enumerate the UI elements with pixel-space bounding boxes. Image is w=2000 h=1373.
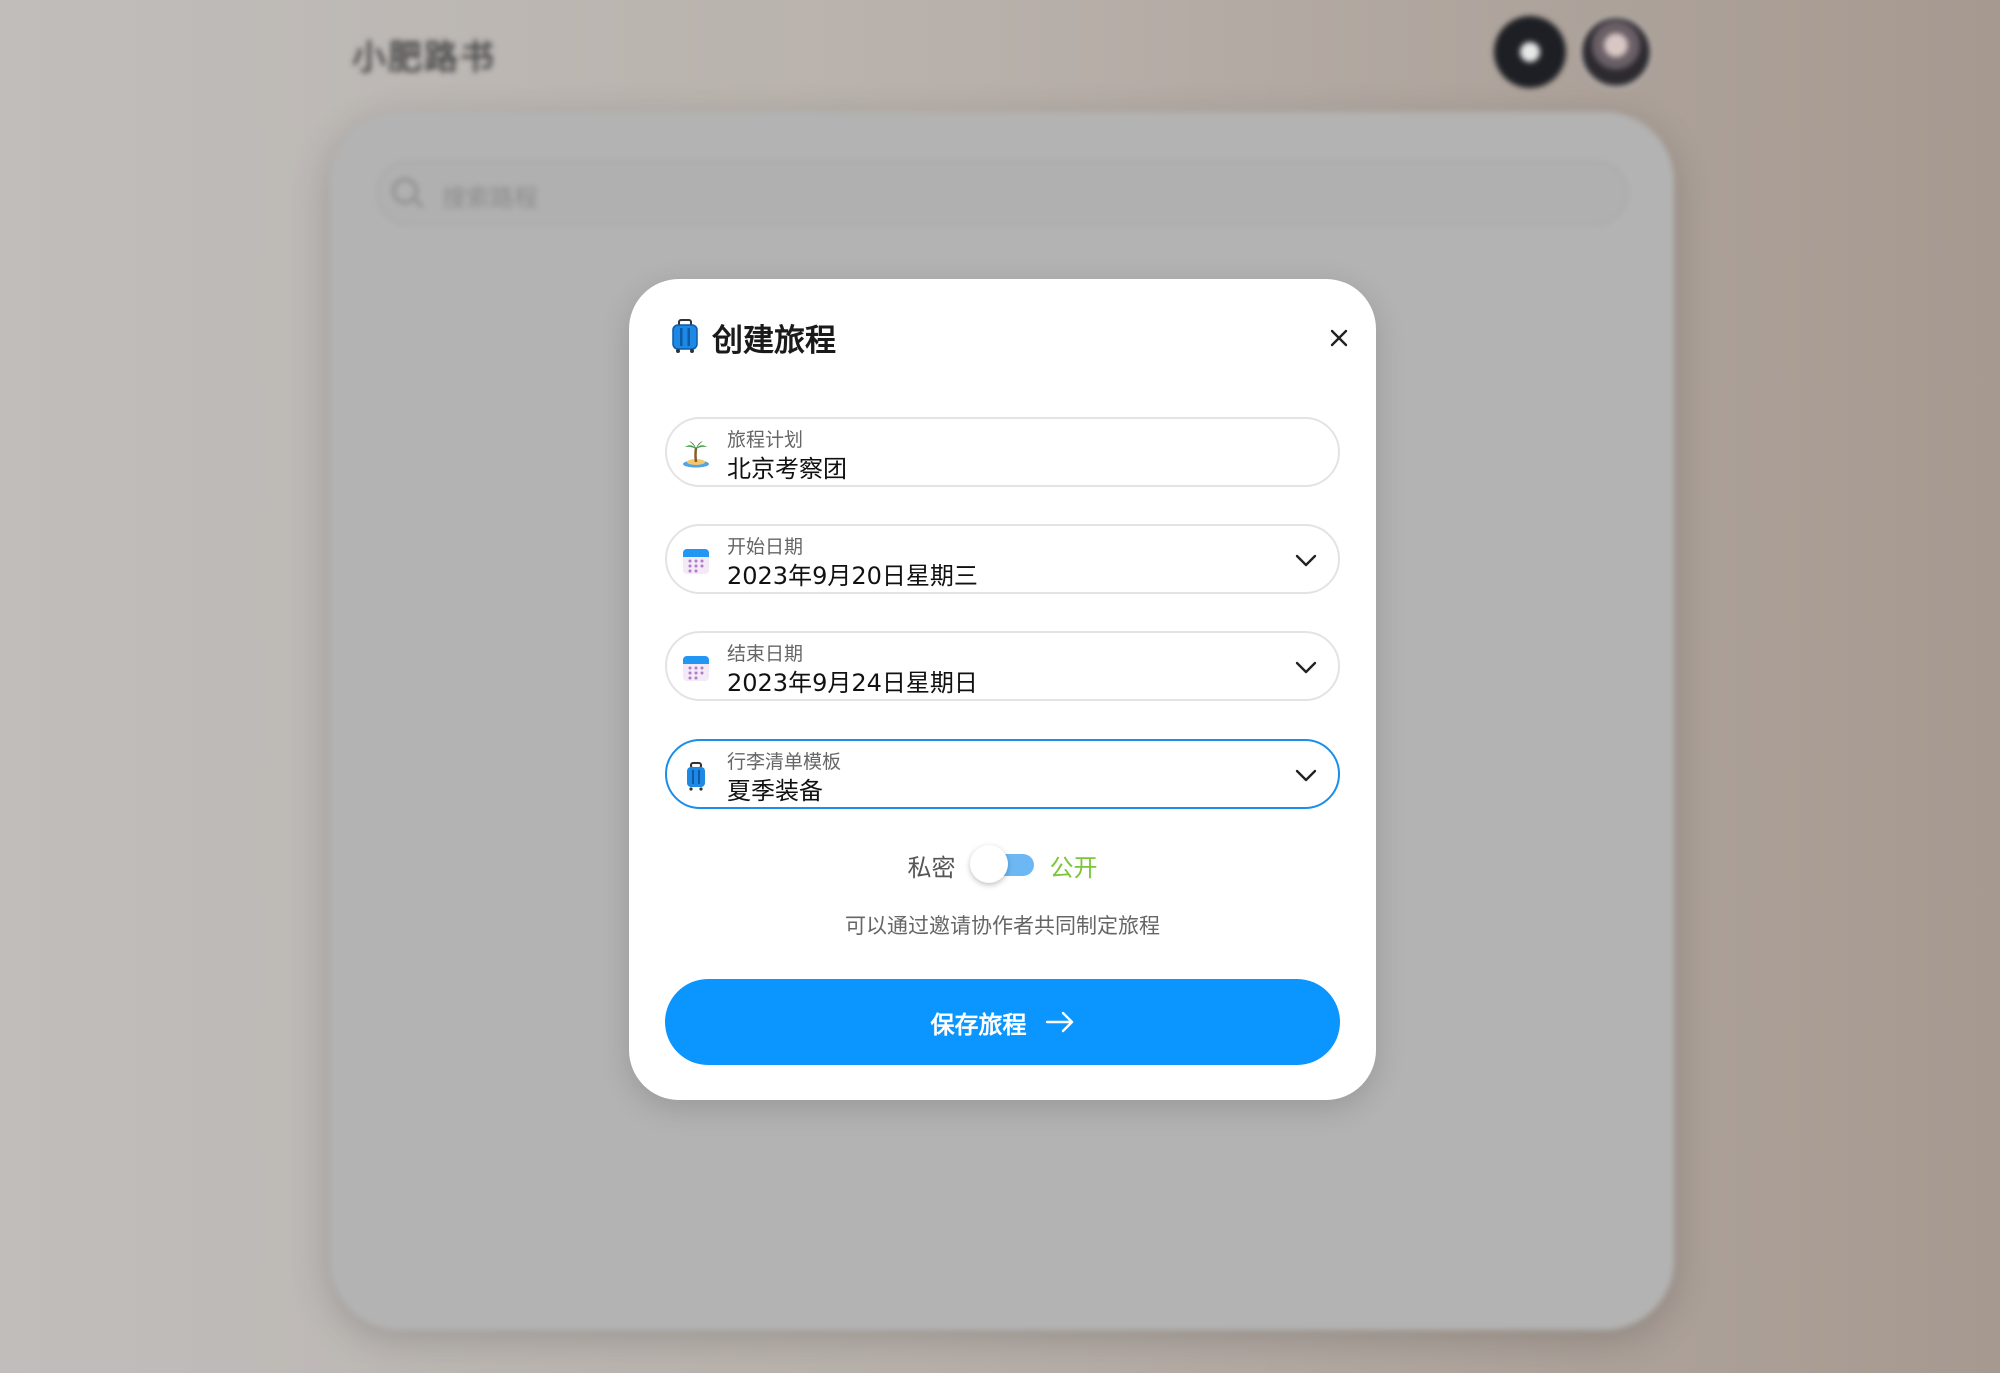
public-label: 公开 <box>1049 853 1098 882</box>
calendar-icon <box>683 656 709 681</box>
arrow-right-icon <box>1045 1011 1073 1033</box>
app-title: 小肥路书 <box>352 38 496 78</box>
packing-template-select[interactable]: 行李清单模板 夏季装备 <box>665 739 1340 809</box>
save-trip-button[interactable]: 保存旅程 <box>665 979 1340 1065</box>
trip-plan-value[interactable]: 北京考察团 <box>727 449 847 484</box>
modal-title: 创建旅程 <box>712 323 836 359</box>
start-date-select[interactable]: 开始日期 2023年9月20日星期三 <box>665 524 1340 594</box>
end-date-label: 结束日期 <box>727 643 804 665</box>
chevron-down-icon <box>1295 769 1317 782</box>
dark-mode-icon <box>1520 42 1540 62</box>
save-trip-label: 保存旅程 <box>930 1011 1027 1039</box>
toggle-knob[interactable] <box>969 845 1008 883</box>
trip-plan-field[interactable]: 旅程计划 北京考察团 <box>665 417 1340 487</box>
luggage-icon <box>672 319 698 353</box>
search-icon <box>392 178 418 204</box>
trip-plan-label: 旅程计划 <box>727 429 804 451</box>
dark-mode-toggle-button[interactable] <box>1494 16 1566 88</box>
close-button[interactable] <box>1322 321 1356 355</box>
palm-island-icon <box>683 441 709 468</box>
calendar-icon <box>683 549 709 574</box>
close-icon <box>1330 329 1348 347</box>
private-label: 私密 <box>907 853 956 882</box>
search-placeholder: 搜索路程 <box>442 184 538 212</box>
packing-template-value: 夏季装备 <box>727 777 823 805</box>
privacy-row: 私密 公开 <box>629 845 1376 885</box>
chevron-down-icon <box>1295 661 1317 674</box>
collaborator-hint: 可以通过邀请协作者共同制定旅程 <box>845 914 1160 938</box>
privacy-toggle[interactable] <box>969 845 1036 885</box>
create-trip-modal: 创建旅程 旅程计划 北京考察团 开始日期 2023年9月20日星期三 结束日期 … <box>629 279 1376 1100</box>
luggage-icon <box>687 762 705 791</box>
end-date-value: 2023年9月24日星期日 <box>727 669 978 697</box>
start-date-value: 2023年9月20日星期三 <box>727 562 978 590</box>
avatar[interactable] <box>1580 16 1652 88</box>
packing-template-label: 行李清单模板 <box>727 751 842 773</box>
start-date-label: 开始日期 <box>727 536 804 558</box>
search-input[interactable] <box>376 160 1628 226</box>
end-date-select[interactable]: 结束日期 2023年9月24日星期日 <box>665 631 1340 701</box>
chevron-down-icon <box>1295 554 1317 567</box>
